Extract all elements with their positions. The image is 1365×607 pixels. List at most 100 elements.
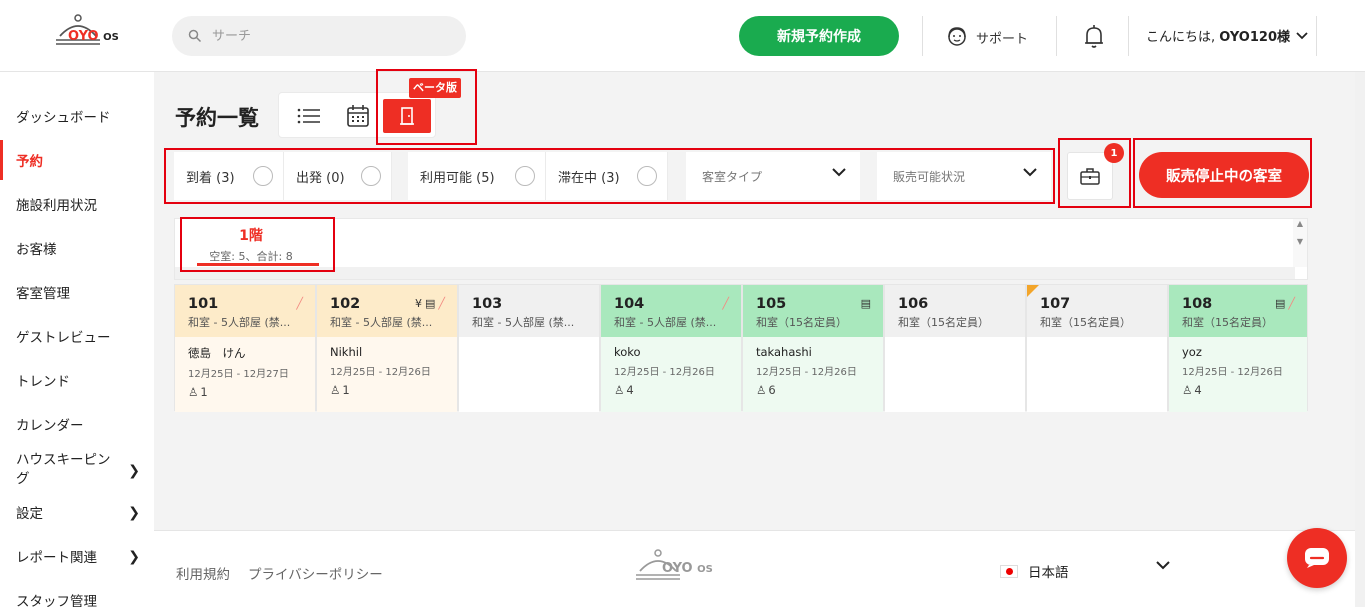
chevron-right-icon: ❯ bbox=[128, 549, 140, 565]
search-input[interactable] bbox=[172, 16, 466, 56]
sidebar-item-label: 予約 bbox=[16, 154, 43, 170]
room-view-button[interactable] bbox=[383, 99, 431, 133]
logo-suffix: OS bbox=[103, 32, 119, 43]
room-card[interactable]: 102 和室 - 5人部屋 (禁... ¥ ▤ ╱ Nikhil 12月25日 - … bbox=[316, 284, 458, 412]
room-type: 和室（15名定員） bbox=[1040, 316, 1131, 329]
document-icon: ▤ bbox=[860, 297, 871, 310]
guest-count-value: 4 bbox=[1194, 383, 1202, 397]
horizontal-scrollbar[interactable] bbox=[175, 267, 1295, 279]
room-card[interactable]: 104 和室 - 5人部屋 (禁... ╱ koko 12月25日 - 12月2… bbox=[600, 284, 742, 412]
greeting-prefix: こんにちは, bbox=[1146, 30, 1220, 45]
sidebar-item-label: レポート関連 bbox=[16, 550, 97, 566]
room-body: 徳島 けん 12月25日 - 12月27日 ♙ 1 bbox=[175, 337, 315, 412]
radio-circle[interactable] bbox=[253, 166, 273, 186]
radio-circle[interactable] bbox=[637, 166, 657, 186]
sidebar-item-guest-reviews[interactable]: ゲストレビュー bbox=[0, 316, 154, 356]
logo-brand: OYO bbox=[68, 29, 99, 44]
sidebar-item-staff[interactable]: スタッフ管理 bbox=[0, 580, 154, 607]
oyo-logo[interactable]: OYO OS bbox=[54, 14, 134, 58]
support-link[interactable]: サポート bbox=[946, 24, 1028, 50]
room-header: 106 和室（15名定員） bbox=[885, 285, 1025, 337]
sidebar-item-reports[interactable]: レポート関連 ❯ bbox=[0, 536, 154, 576]
room-status-icons: ¥ ▤ ╱ bbox=[415, 297, 445, 310]
room-type-select[interactable]: 客室タイプ bbox=[686, 152, 860, 200]
sidebar-item-guests[interactable]: お客様 bbox=[0, 228, 154, 268]
filter-in-house[interactable]: 滞在中 (3) bbox=[546, 152, 668, 200]
language-select[interactable]: 日本語 bbox=[1000, 561, 1069, 581]
guest-name: yoz bbox=[1182, 345, 1202, 359]
room-type: 和室（15名定員） bbox=[756, 316, 847, 329]
sidebar-item-label: 客室管理 bbox=[16, 286, 70, 302]
list-view-button[interactable] bbox=[293, 100, 325, 132]
room-header: 101 和室 - 5人部屋 (禁... bbox=[175, 285, 315, 337]
guest-name: takahashi bbox=[756, 345, 812, 359]
filter-departures[interactable]: 出発 (0) bbox=[284, 152, 392, 200]
privacy-link[interactable]: プライバシーポリシー bbox=[248, 563, 383, 583]
sidebar-item-settings[interactable]: 設定 ❯ bbox=[0, 492, 154, 532]
room-card[interactable]: 107 和室（15名定員） bbox=[1026, 284, 1168, 412]
guest-count: ♙ 4 bbox=[614, 383, 741, 397]
chat-button[interactable] bbox=[1287, 528, 1347, 588]
sidebar-item-reservations[interactable]: 予約 bbox=[0, 140, 154, 180]
guest-name: koko bbox=[614, 345, 641, 359]
support-icon bbox=[948, 27, 966, 46]
room-header: 104 和室 - 5人部屋 (禁... bbox=[601, 285, 741, 337]
chat-icon bbox=[1305, 548, 1329, 568]
filter-available[interactable]: 利用可能 (5) bbox=[408, 152, 546, 200]
room-card[interactable]: 106 和室（15名定員） bbox=[884, 284, 1026, 412]
room-body: Nikhil 12月25日 - 12月26日 ♙ 1 bbox=[317, 337, 457, 412]
terms-link[interactable]: 利用規約 bbox=[176, 563, 230, 583]
sidebar-item-room-management[interactable]: 客室管理 bbox=[0, 272, 154, 312]
filter-bar: 到着 (3) 出発 (0) 利用可能 (5) 滞在中 (3) 客室タイプ 販売可… bbox=[174, 152, 1051, 200]
radio-circle[interactable] bbox=[361, 166, 381, 186]
floor-tab-1[interactable]: 1階 空室: 5、合計: 8 bbox=[187, 225, 315, 264]
availability-select[interactable]: 販売可能状況 bbox=[877, 152, 1051, 200]
sidebar-item-label: お客様 bbox=[16, 242, 57, 258]
sidebar-item-housekeeping[interactable]: ハウスキーピング ❯ bbox=[0, 448, 154, 492]
room-type: 和室（15名定員） bbox=[1182, 316, 1273, 329]
chevron-down-icon[interactable] bbox=[1156, 561, 1170, 570]
broom-icon: ╱ bbox=[438, 297, 445, 310]
page-scrollbar[interactable] bbox=[1355, 72, 1365, 607]
sidebar-item-trends[interactable]: トレンド bbox=[0, 360, 154, 400]
radio-circle[interactable] bbox=[515, 166, 535, 186]
room-number: 106 bbox=[898, 296, 929, 312]
logo-suffix: OS bbox=[697, 564, 713, 575]
new-reservation-button[interactable]: 新規予約作成 bbox=[739, 16, 899, 56]
stop-sale-rooms-button[interactable]: 販売停止中の客室 bbox=[1139, 152, 1309, 198]
filter-label: 滞在中 (3) bbox=[558, 170, 620, 186]
room-card[interactable]: 108 和室（15名定員） ▤ ╱ yoz 12月25日 - 12月26日 ♙ 4 bbox=[1168, 284, 1308, 412]
stay-dates: 12月25日 - 12月26日 bbox=[1182, 367, 1283, 378]
yen-icon: ¥ bbox=[414, 297, 422, 310]
room-card[interactable]: 103 和室 - 5人部屋 (禁... bbox=[458, 284, 600, 412]
room-header: 108 和室（15名定員） bbox=[1169, 285, 1307, 337]
sidebar-item-calendar[interactable]: カレンダー bbox=[0, 404, 154, 444]
view-switcher bbox=[278, 92, 436, 138]
room-status-icons: ╱ bbox=[296, 297, 303, 310]
filter-arrivals[interactable]: 到着 (3) bbox=[174, 152, 284, 200]
vertical-scrollbar[interactable]: ▲ ▼ bbox=[1293, 219, 1307, 267]
sidebar-item-label: 設定 bbox=[16, 506, 43, 522]
document-icon: ▤ bbox=[424, 297, 436, 310]
room-header: 103 和室 - 5人部屋 (禁... bbox=[459, 285, 599, 337]
chevron-down-icon bbox=[1023, 168, 1037, 177]
room-body bbox=[885, 337, 1025, 412]
sidebar-item-occupancy[interactable]: 施設利用状況 bbox=[0, 184, 154, 224]
room-card[interactable]: 101 和室 - 5人部屋 (禁... ╱ 徳島 けん 12月25日 - 12月… bbox=[174, 284, 316, 412]
guest-count: ♙ 4 bbox=[1182, 383, 1307, 397]
stay-dates: 12月25日 - 12月26日 bbox=[330, 367, 431, 378]
calendar-view-button[interactable] bbox=[342, 100, 374, 132]
room-card[interactable]: 105 和室（15名定員） ▤ takahashi 12月25日 - 12月26… bbox=[742, 284, 884, 412]
person-icon: ♙ bbox=[330, 383, 341, 397]
stay-dates: 12月25日 - 12月26日 bbox=[614, 367, 715, 378]
beta-badge: ベータ版 bbox=[409, 78, 461, 98]
room-status-icons: ▤ bbox=[861, 297, 871, 310]
language-label: 日本語 bbox=[1028, 565, 1069, 581]
divider bbox=[922, 16, 923, 56]
filter-label: 到着 (3) bbox=[186, 170, 235, 186]
bell-icon[interactable] bbox=[1082, 24, 1106, 50]
user-menu[interactable]: こんにちは, OYO120様 bbox=[1146, 26, 1308, 45]
room-status-icons: ▤ ╱ bbox=[1275, 297, 1295, 310]
sidebar-item-label: ダッシュボード bbox=[16, 110, 111, 126]
sidebar-item-dashboard[interactable]: ダッシュボード bbox=[0, 96, 154, 136]
